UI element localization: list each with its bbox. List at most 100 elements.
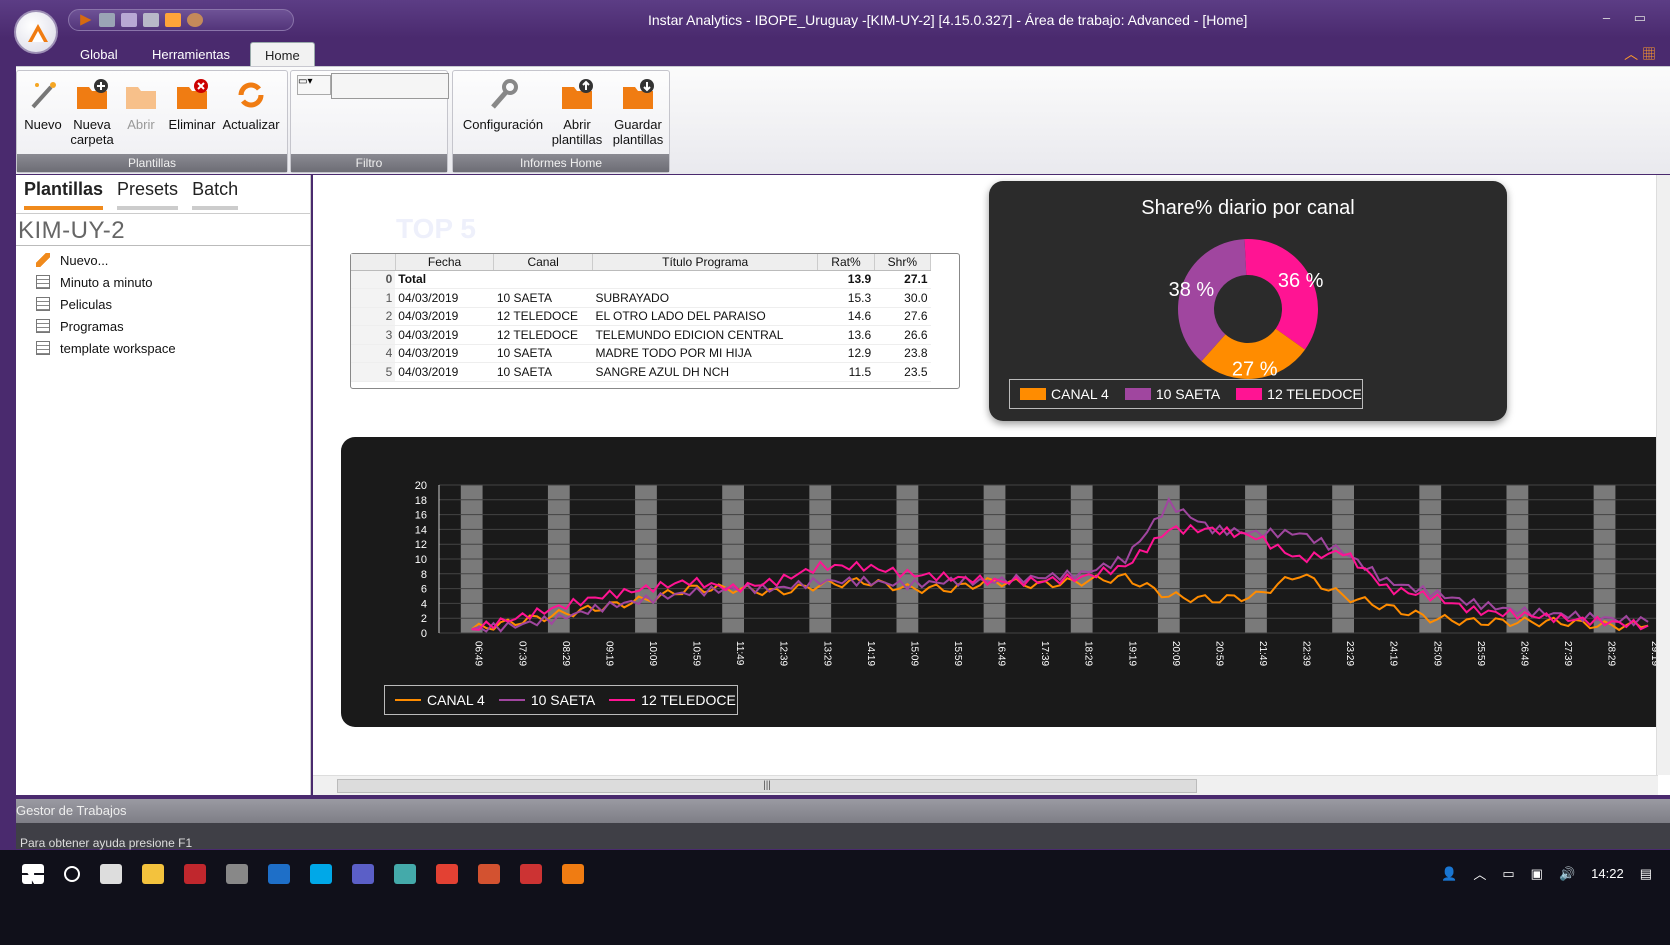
- outlook-icon[interactable]: [268, 864, 290, 884]
- file-explorer-icon[interactable]: [142, 864, 164, 884]
- search-icon[interactable]: [64, 866, 80, 882]
- table-row-total[interactable]: 0 Total 13.9 27.1: [351, 270, 931, 289]
- table-cell: 14.6: [817, 307, 875, 326]
- y-tick-label: 20: [415, 480, 427, 492]
- print-icon[interactable]: [143, 13, 159, 27]
- table-cell: 04/03/2019: [395, 362, 494, 382]
- network-icon[interactable]: [394, 864, 416, 884]
- tree-item-nuevo[interactable]: Nuevo...: [36, 249, 296, 271]
- vertical-scrollbar[interactable]: [1656, 175, 1670, 775]
- column-header[interactable]: Fecha: [395, 254, 495, 271]
- volume-icon[interactable]: 🔊: [1559, 866, 1575, 882]
- scroll-thumb[interactable]: |||: [337, 779, 1197, 793]
- instar-logo-icon: [28, 24, 48, 42]
- folder-delete-icon: [174, 77, 210, 113]
- x-tick-label: 17:39: [1039, 641, 1050, 666]
- document-icon: [36, 297, 50, 311]
- folder-open-icon: [123, 77, 159, 113]
- filezilla-icon[interactable]: [184, 864, 206, 884]
- configuracion-button[interactable]: Configuración: [459, 77, 547, 132]
- ribbon-collapse-icon[interactable]: ︿ ▦: [1624, 44, 1656, 64]
- column-header[interactable]: Shr%: [874, 254, 932, 271]
- x-tick-label: 13:29: [821, 641, 832, 666]
- skype-icon[interactable]: [310, 864, 332, 884]
- task-view-icon[interactable]: [100, 864, 122, 884]
- save-icon[interactable]: [99, 13, 115, 27]
- battery-icon[interactable]: ▭: [1502, 866, 1514, 882]
- table-row[interactable]: 5 04/03/2019 10 SAETA SANGRE AZUL DH NCH 11.…: [351, 362, 931, 382]
- abrir-plantillas-button[interactable]: Abrir plantillas: [549, 77, 605, 147]
- tab-herramientas[interactable]: Herramientas: [138, 42, 244, 66]
- tree-item[interactable]: Peliculas: [36, 293, 296, 315]
- abrir-button[interactable]: Abrir: [121, 77, 161, 132]
- app-menu-button[interactable]: [14, 10, 58, 54]
- table-row[interactable]: 3 04/03/2019 12 TELEDOCE TELEMUNDO EDICION …: [351, 325, 931, 345]
- table-cell: SANGRE AZUL DH NCH: [592, 362, 818, 382]
- settings-icon[interactable]: [187, 13, 203, 27]
- filter-type-dropdown[interactable]: ▭▾: [297, 75, 331, 95]
- table-row[interactable]: 2 04/03/2019 12 TELEDOCE EL OTRO LADO DEL P…: [351, 307, 931, 326]
- y-tick-label: 12: [415, 539, 427, 551]
- app-red-icon[interactable]: [520, 864, 542, 884]
- slice-label: 27 %: [1232, 359, 1278, 381]
- tree-item[interactable]: template workspace: [36, 337, 296, 359]
- horizontal-scrollbar[interactable]: |||: [313, 775, 1658, 795]
- tab-home[interactable]: Home: [250, 42, 315, 66]
- tab-plantillas[interactable]: Plantillas: [24, 179, 104, 210]
- gestor-trabajos-bar[interactable]: Gestor de Trabajos: [16, 799, 1670, 823]
- tab-global[interactable]: Global: [66, 42, 132, 66]
- home-icon[interactable]: [165, 13, 181, 27]
- nuevo-button[interactable]: Nuevo: [23, 77, 63, 132]
- powerpoint-icon[interactable]: [478, 864, 500, 884]
- tab-presets[interactable]: Presets: [117, 179, 179, 210]
- play-icon[interactable]: [80, 14, 92, 26]
- home-dashboard: TOP 5 Fecha Canal Título Programa Rat% S…: [313, 175, 1670, 795]
- refresh-icon: [233, 77, 269, 113]
- x-tick-label: 12:39: [778, 641, 789, 666]
- table-cell: 15.3: [817, 288, 875, 308]
- guardar-plantillas-button[interactable]: Guardar plantillas: [609, 77, 667, 147]
- table-cell: 2: [351, 307, 396, 326]
- actualizar-button[interactable]: Actualizar: [221, 77, 281, 132]
- left-panel: Plantillas Presets Batch KIM-UY-2 Nuevo.…: [16, 175, 311, 795]
- chevron-up-icon[interactable]: ︿: [1473, 864, 1486, 883]
- x-tick-label: 09:19: [603, 641, 614, 666]
- x-tick-label: 10:09: [647, 641, 658, 666]
- tree-item[interactable]: Minuto a minuto: [36, 271, 296, 293]
- minute-line-card: 0 2 4 6 8 10 12 14 16 18 20 06:49 07:39 08:29 09:19 10:…: [341, 437, 1670, 727]
- y-tick-label: 4: [421, 598, 427, 610]
- table-row[interactable]: 4 04/03/2019 10 SAETA MADRE TODO POR MI HIJ…: [351, 344, 931, 363]
- filter-input[interactable]: [331, 73, 449, 99]
- column-header[interactable]: Rat%: [817, 254, 875, 271]
- column-header[interactable]: Canal: [493, 254, 593, 271]
- window-controls[interactable]: – ▭: [1603, 10, 1656, 26]
- table-row[interactable]: 1 04/03/2019 10 SAETA SUBRAYADO 15.3 30.0: [351, 288, 931, 308]
- app-window: Instar Analytics - IBOPE_Uruguay -[KIM-U…: [0, 0, 1670, 945]
- slice-label: 38 %: [1169, 279, 1215, 301]
- legend-item: 10 SAETA: [498, 692, 595, 708]
- document-icon: [36, 319, 50, 333]
- tab-batch[interactable]: Batch: [192, 179, 239, 210]
- chrome-icon[interactable]: [436, 864, 458, 884]
- window-title: Instar Analytics - IBOPE_Uruguay -[KIM-U…: [648, 12, 1248, 28]
- table-cell: 11.5: [817, 362, 875, 382]
- column-header[interactable]: Título Programa: [592, 254, 819, 271]
- notification-icon[interactable]: ▤: [1640, 866, 1652, 882]
- eliminar-button[interactable]: Eliminar: [165, 77, 219, 132]
- workspace-title: KIM-UY-2: [18, 217, 126, 244]
- windows-start-icon[interactable]: [22, 864, 44, 884]
- legend-item: CANAL 4: [1020, 386, 1109, 402]
- people-icon[interactable]: 👤: [1441, 866, 1457, 882]
- app-icon[interactable]: [226, 864, 248, 884]
- teams-icon[interactable]: [352, 864, 374, 884]
- instar-icon[interactable]: [562, 864, 584, 884]
- network-icon[interactable]: ▣: [1531, 866, 1543, 882]
- nueva-carpeta-button[interactable]: Nueva carpeta: [69, 77, 115, 147]
- tree-item[interactable]: Programas: [36, 315, 296, 337]
- ribbon-tabs: Global Herramientas Home ︿ ▦: [0, 38, 1670, 66]
- clock[interactable]: 14:22: [1591, 866, 1624, 881]
- table-cell: 04/03/2019: [395, 288, 494, 308]
- export-icon[interactable]: [121, 13, 137, 27]
- x-tick-label: 28:29: [1606, 641, 1617, 666]
- table-cell: TELEMUNDO EDICION CENTRAL: [592, 325, 818, 345]
